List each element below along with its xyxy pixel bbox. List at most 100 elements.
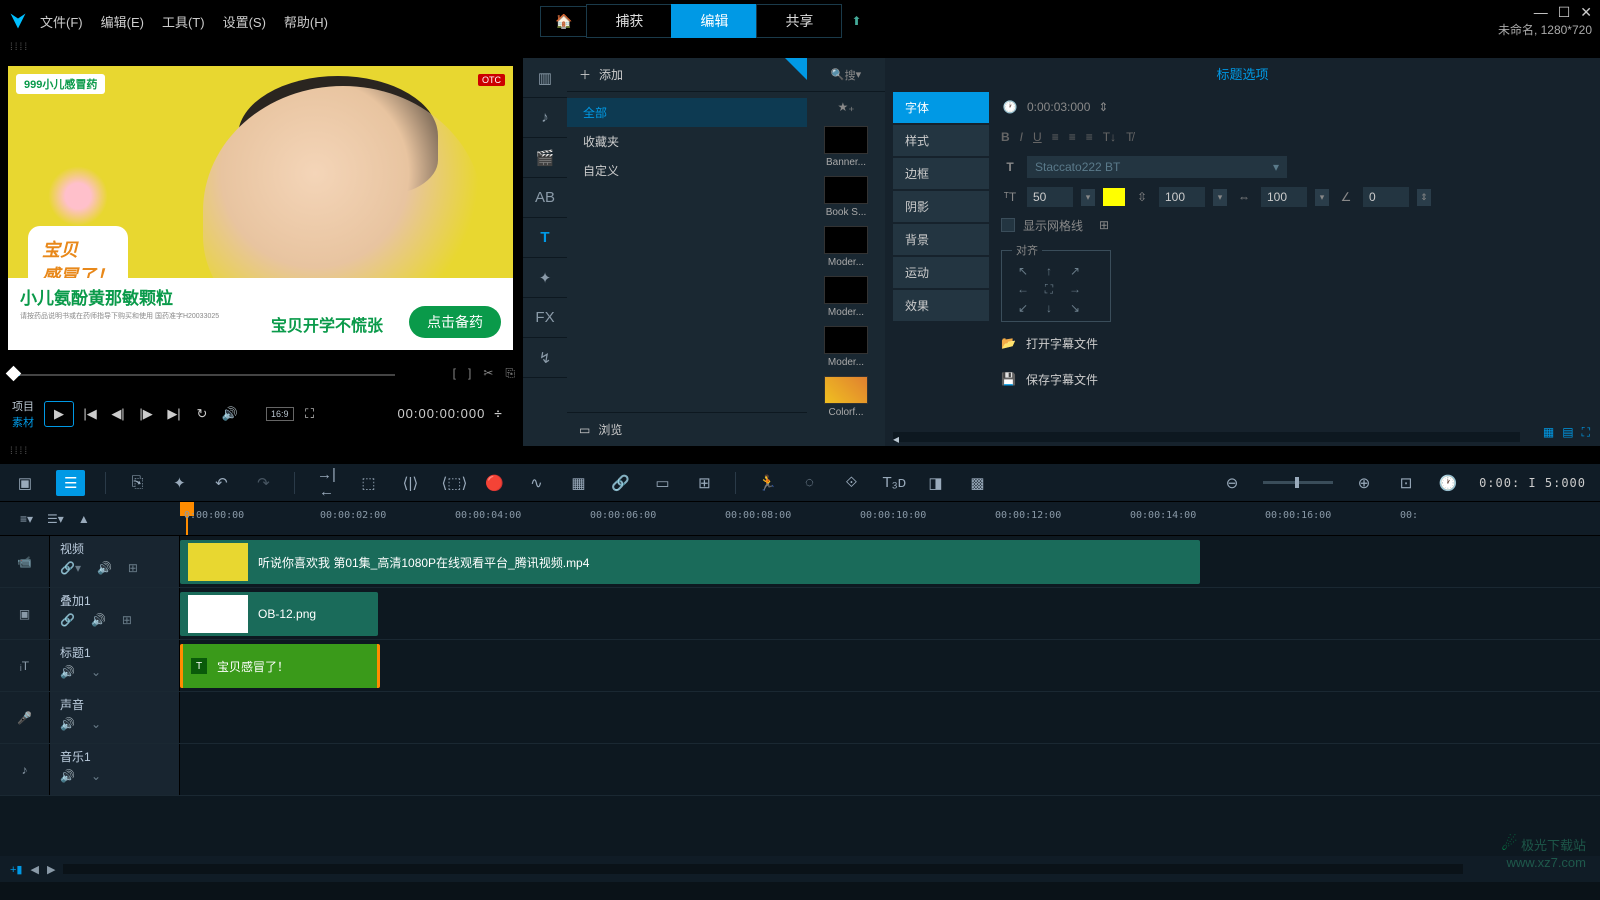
- clear-format-icon[interactable]: T̸: [1126, 130, 1133, 144]
- tb-tools-icon[interactable]: ✦: [168, 474, 190, 492]
- tb-motion-icon[interactable]: 🏃: [756, 474, 778, 492]
- close-icon[interactable]: ✕: [1580, 4, 1592, 21]
- tb-timeline-icon[interactable]: ☰: [56, 470, 85, 496]
- ptab-shadow[interactable]: 阴影: [893, 191, 989, 222]
- minimize-icon[interactable]: —: [1534, 4, 1548, 21]
- underline-icon[interactable]: U: [1033, 130, 1042, 144]
- tb-record-icon[interactable]: 🔴: [483, 474, 505, 492]
- next-frame-icon[interactable]: |▶: [134, 402, 158, 426]
- bold-icon[interactable]: B: [1001, 130, 1010, 144]
- tab-share[interactable]: 共享: [756, 4, 842, 38]
- preview-timecode[interactable]: 00:00:00:000 ÷: [389, 403, 511, 425]
- size-dd[interactable]: ▾: [1081, 189, 1095, 206]
- font-family-select[interactable]: Staccato222 BT▾: [1027, 156, 1287, 178]
- fit-icon[interactable]: ⊡: [1395, 474, 1417, 492]
- mute-icon[interactable]: 🔊: [60, 769, 75, 783]
- mute-icon[interactable]: 🔊: [97, 561, 112, 575]
- mark-in-icon[interactable]: [: [453, 366, 456, 381]
- props-scrollbar[interactable]: ◂: [893, 432, 1520, 442]
- tb-chapter-icon[interactable]: ▭: [651, 474, 673, 492]
- track-video-icon[interactable]: 📹: [0, 536, 50, 587]
- menu-tools[interactable]: 工具(T): [162, 12, 205, 31]
- thumb-modern3[interactable]: Moder...: [807, 322, 885, 372]
- open-subtitle-button[interactable]: 📂打开字幕文件: [1001, 328, 1580, 358]
- thumb-banner[interactable]: Banner...: [807, 122, 885, 172]
- lib-item-all[interactable]: 全部: [567, 98, 807, 127]
- align-bl[interactable]: ↙: [1012, 301, 1034, 315]
- libtab-title-icon[interactable]: T: [523, 218, 567, 258]
- align-mc[interactable]: ⛶: [1038, 282, 1060, 297]
- scroll-add-icon[interactable]: +▮: [10, 863, 22, 876]
- library-search[interactable]: 🔍 搜 ▾: [807, 58, 885, 92]
- rotation-input[interactable]: 0: [1363, 187, 1409, 207]
- timeline-timecode[interactable]: 0:00: I 5:000: [1479, 476, 1586, 490]
- align-tl[interactable]: ↖: [1012, 264, 1034, 278]
- expand-icon[interactable]: ⌄: [91, 717, 101, 731]
- tb-3dtitle-icon[interactable]: T₃ᴅ: [882, 474, 904, 491]
- vertical-text-icon[interactable]: T↓: [1103, 130, 1116, 144]
- mode-clip[interactable]: 素材: [12, 414, 34, 430]
- pin-icon[interactable]: [785, 58, 807, 80]
- align-tc[interactable]: ↑: [1038, 264, 1060, 278]
- save-subtitle-button[interactable]: 💾保存字幕文件: [1001, 364, 1580, 394]
- menu-settings[interactable]: 设置(S): [223, 12, 266, 31]
- zoom-slider[interactable]: [1263, 481, 1333, 484]
- tracklist-add-icon[interactable]: ☰▾: [47, 512, 64, 526]
- thumb-modern1[interactable]: Moder...: [807, 222, 885, 272]
- font-color-swatch[interactable]: [1103, 188, 1125, 206]
- scrub-playhead-icon[interactable]: [6, 366, 22, 382]
- align-left-icon[interactable]: ≡: [1052, 130, 1059, 144]
- tb-redo-icon[interactable]: ↷: [252, 474, 274, 492]
- clip-overlay-image[interactable]: OB-12.png: [180, 592, 378, 636]
- tracklist-menu-icon[interactable]: ≡▾: [20, 512, 33, 526]
- kern-dd[interactable]: ▾: [1315, 189, 1329, 206]
- props-view2-icon[interactable]: ▤: [1562, 425, 1573, 440]
- mute-icon[interactable]: 🔊: [91, 613, 106, 627]
- snapshot-icon[interactable]: ⎘: [505, 366, 515, 381]
- preview-scrubber[interactable]: [ ] ✂ ⎘: [8, 354, 515, 394]
- track-overlay-icon[interactable]: ▣: [0, 588, 50, 639]
- tb-storyboard-icon[interactable]: ▣: [14, 474, 36, 492]
- timeline-ruler[interactable]: 0:00:00:00 00:00:02:00 00:00:04:00 00:00…: [180, 502, 1600, 535]
- menu-edit[interactable]: 编辑(E): [101, 12, 144, 31]
- scroll-track[interactable]: [63, 864, 1463, 874]
- tb-stabilize-icon[interactable]: ⟐: [840, 474, 862, 491]
- tracklist-collapse-icon[interactable]: ▲: [78, 512, 90, 526]
- align-ml[interactable]: ←: [1012, 282, 1034, 297]
- tb-undo-icon[interactable]: ↶: [210, 474, 232, 492]
- link-icon[interactable]: 🔗▾: [60, 561, 81, 575]
- menu-file[interactable]: 文件(F): [40, 12, 83, 31]
- zoom-out-icon[interactable]: ⊖: [1221, 474, 1243, 492]
- tb-snapshot-icon[interactable]: ▦: [567, 474, 589, 492]
- align-center-icon[interactable]: ≡: [1069, 130, 1076, 144]
- libtab-graphic-icon[interactable]: ✦: [523, 258, 567, 298]
- tb-mask-icon[interactable]: ◨: [924, 474, 946, 492]
- loop-icon[interactable]: ↻: [190, 402, 214, 426]
- align-right-icon[interactable]: ≡: [1086, 130, 1093, 144]
- font-size-input[interactable]: 50: [1027, 187, 1073, 207]
- menu-help[interactable]: 帮助(H): [284, 12, 328, 31]
- ptab-border[interactable]: 边框: [893, 158, 989, 189]
- library-favorite-icon[interactable]: ★₊: [807, 92, 885, 122]
- expand-icon[interactable]: ⌄: [91, 665, 101, 679]
- fullscreen-icon[interactable]: ⛶: [298, 402, 322, 426]
- vis-icon[interactable]: ⊞: [122, 613, 132, 627]
- align-tr[interactable]: ↗: [1064, 264, 1086, 278]
- lib-item-favorites[interactable]: 收藏夹: [567, 127, 807, 156]
- mark-out-icon[interactable]: ]: [468, 366, 471, 381]
- track-title-icon[interactable]: ᵢT: [0, 640, 50, 691]
- tb-link-icon[interactable]: 🔗: [609, 474, 631, 492]
- tb-markin-icon[interactable]: →|←: [315, 466, 337, 500]
- play-button[interactable]: ▶: [44, 401, 74, 427]
- ptab-background[interactable]: 背景: [893, 224, 989, 255]
- expand-icon[interactable]: ⌄: [91, 769, 101, 783]
- kerning-input[interactable]: 100: [1261, 187, 1307, 207]
- libtab-path-icon[interactable]: ↯: [523, 338, 567, 378]
- italic-icon[interactable]: I: [1020, 130, 1023, 144]
- library-browse[interactable]: ▭浏览: [567, 412, 807, 446]
- split-icon[interactable]: ✂: [483, 366, 493, 381]
- track-voice-icon[interactable]: 🎤: [0, 692, 50, 743]
- line-height-input[interactable]: 100: [1159, 187, 1205, 207]
- thumb-book[interactable]: Book S...: [807, 172, 885, 222]
- tb-crop-icon[interactable]: ⬚: [357, 474, 379, 492]
